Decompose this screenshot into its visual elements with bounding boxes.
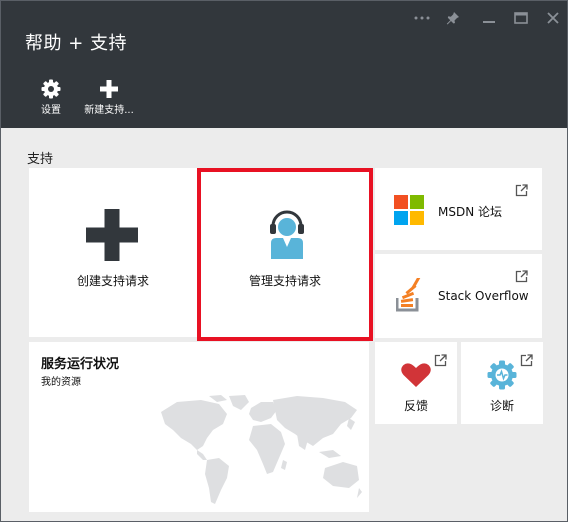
diagnostics-label: 诊断 (489, 399, 514, 413)
help-support-blade: 帮助 + 支持 设置 新建支持... 支持 创建支持请求 管理支持请求 MSDN… (0, 0, 568, 522)
plus-icon (86, 209, 138, 265)
support-person-icon (269, 209, 305, 263)
external-link-icon (434, 352, 447, 367)
create-support-request-label: 创建支持请求 (76, 274, 149, 288)
microsoft-logo-icon (394, 195, 424, 229)
section-title: 支持 (27, 152, 54, 167)
minimize-icon[interactable] (478, 7, 500, 29)
service-health-title: 服务运行状况 (41, 357, 120, 372)
service-health-subtitle: 我的资源 (41, 377, 81, 388)
external-link-icon (515, 268, 528, 283)
manage-support-requests-label: 管理支持请求 (248, 274, 321, 288)
blade-title: 帮助 + 支持 (25, 33, 128, 54)
stack-overflow-label: Stack Overflow (438, 289, 529, 303)
settings-button[interactable]: 设置 (21, 79, 81, 119)
new-support-request-label: 新建支持... (84, 105, 134, 116)
msdn-forums-tile[interactable]: MSDN 论坛 (375, 168, 542, 250)
create-support-request-tile[interactable]: 创建支持请求 (29, 168, 197, 337)
feedback-label: 反馈 (403, 399, 428, 413)
external-link-icon (515, 182, 528, 197)
feedback-tile[interactable]: 反馈 (375, 342, 457, 424)
settings-label: 设置 (41, 105, 61, 116)
ellipsis-icon[interactable] (411, 7, 433, 29)
world-map-icon (157, 394, 363, 512)
service-health-tile[interactable]: 服务运行状况 我的资源 (29, 342, 369, 512)
stack-overflow-tile[interactable]: Stack Overflow (375, 254, 542, 338)
new-support-request-button[interactable]: 新建支持... (80, 79, 138, 119)
msdn-forums-label: MSDN 论坛 (438, 205, 503, 219)
diagnostics-tile[interactable]: 诊断 (461, 342, 543, 424)
plus-icon (80, 79, 138, 99)
pin-icon[interactable] (442, 7, 464, 29)
external-link-icon (520, 352, 533, 367)
blade-header: 帮助 + 支持 设置 新建支持... (1, 1, 567, 128)
close-icon[interactable] (542, 7, 564, 29)
gear-icon (487, 360, 517, 394)
manage-support-requests-tile[interactable]: 管理支持请求 (197, 168, 373, 341)
maximize-icon[interactable] (510, 7, 532, 29)
stack-overflow-icon (395, 276, 422, 316)
gear-icon (21, 79, 81, 99)
heart-icon (401, 362, 431, 392)
